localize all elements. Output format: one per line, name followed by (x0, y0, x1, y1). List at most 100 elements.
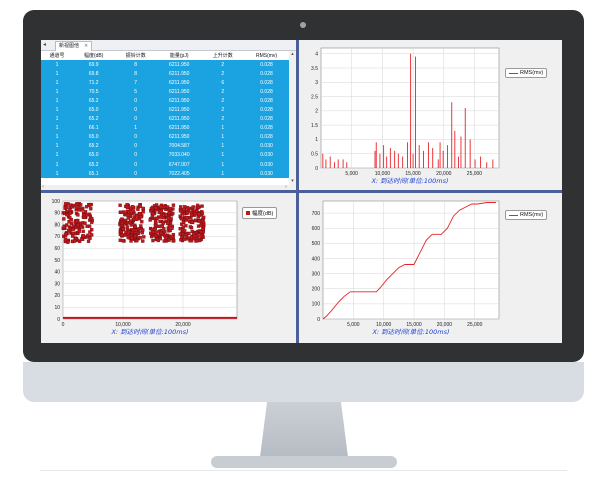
scatter-point (71, 231, 76, 235)
x-tick-label: 25,000 (467, 171, 483, 177)
table-cell: 0 (114, 114, 157, 124)
table-cell: 0 (114, 169, 157, 179)
legend-square-swatch (246, 211, 250, 215)
scatter-point (164, 213, 168, 217)
table-cell: 0 (114, 160, 157, 170)
hit-data-table: 通道号 幅度(dB) 振铃计数 能量(pJ) 上升计数 RMS(mv) 1 69.9 8 621… (41, 51, 289, 179)
table-cell: 65.0 (72, 132, 115, 142)
table-cell: 1 (114, 123, 157, 133)
table-cell: 66.1 (72, 123, 115, 133)
scatter-point (151, 211, 156, 216)
table-cell: 65.2 (72, 160, 115, 170)
scatter-point (171, 203, 176, 207)
table-row[interactable]: 1 70.5 5 6211.950 2 0.028 (41, 87, 289, 97)
scatter-point (172, 238, 176, 243)
table-row[interactable]: 1 65.2 0 6211.950 2 0.028 (41, 114, 289, 124)
table-row[interactable]: 1 66.1 1 6211.950 1 0.028 (41, 123, 289, 133)
y-tick-label: 100 (52, 199, 61, 205)
tab-label: 新视图他 (59, 43, 80, 49)
table-cell: 1 (41, 69, 73, 79)
tab-bar: ◂ 新视图他 × (41, 40, 296, 51)
scatter-point (68, 211, 72, 216)
table-cell: 0 (114, 132, 157, 142)
scatter-point (87, 203, 92, 208)
table-cell: 2 (201, 69, 245, 79)
x-tick-label: 5,000 (347, 322, 360, 328)
scatter-point (131, 228, 136, 232)
legend-line-swatch (509, 214, 518, 216)
table-cell: 0.030 (244, 150, 289, 161)
scatter-point (125, 202, 129, 207)
monitor-stand-neck (260, 402, 348, 457)
scatter-point (170, 235, 174, 239)
table-cell: 65.0 (72, 150, 115, 161)
scatter-point (136, 207, 140, 211)
scatter-point (127, 210, 131, 214)
scatter-point (159, 215, 164, 219)
rms-spike-chart[interactable]: 00.511.522.533.545,000 10,000 15,000 20,000… (299, 40, 562, 190)
table-row[interactable]: 1 69.9 8 6211.950 2 0.028 (41, 60, 289, 70)
scatter-point (133, 224, 137, 229)
table-cell: 1 (41, 87, 73, 97)
table-row[interactable]: 1 65.0 0 6211.950 2 0.028 (41, 105, 289, 115)
scatter-point (75, 219, 79, 223)
pane-divider-horizontal[interactable] (41, 190, 562, 193)
chart-legend: RMS(mv) (505, 68, 548, 78)
scatter-point (199, 223, 203, 228)
tab-new-view[interactable]: 新视图他 × (55, 41, 93, 51)
scatter-point (178, 209, 183, 213)
scatter-point (81, 229, 85, 234)
table-cell: 7 (114, 78, 157, 88)
table-cell: 0.030 (244, 141, 289, 151)
table-cell: 1 (201, 132, 245, 142)
amplitude-scatter-panel: 0 10 20 30 40 50 60 70 80 90 100 0 10,000 20,000 X: 到达… (41, 193, 296, 343)
y-tick-label: 0 (317, 317, 320, 323)
scatter-point (141, 206, 145, 211)
scatter-point (155, 216, 159, 221)
legend-label: RMS(mv) (520, 212, 544, 218)
table-row[interactable]: 1 65.1 0 7022.405 1 0.030 (41, 169, 289, 179)
table-cell: 1 (201, 123, 245, 133)
scatter-point (120, 233, 124, 237)
scatter-point (199, 234, 203, 239)
column-header[interactable]: 振铃计数 (114, 51, 157, 60)
chart-legend: 幅度(dB) (242, 207, 278, 219)
scatter-point (125, 205, 130, 210)
scatter-point (72, 203, 77, 208)
scatter-point (76, 213, 80, 217)
scatter-point (186, 205, 190, 210)
scatter-point (140, 220, 144, 224)
vertical-scrollbar[interactable]: ▴ ▾ (289, 51, 296, 185)
scatter-point (81, 234, 85, 238)
table-row[interactable]: 1 65.2 0 6747.007 1 0.030 (41, 160, 289, 170)
legend-label: 幅度(dB) (252, 211, 274, 217)
close-icon[interactable]: × (84, 43, 88, 49)
table-row[interactable]: 1 65.2 0 6211.950 2 0.028 (41, 96, 289, 106)
scatter-point (195, 209, 199, 213)
scatter-point (159, 231, 163, 235)
scatter-point (133, 234, 137, 238)
table-row[interactable]: 1 65.0 0 6211.950 1 0.028 (41, 132, 289, 142)
column-header[interactable]: 能量(pJ) (157, 51, 202, 60)
scatter-point (126, 230, 131, 234)
scatter-point (185, 211, 190, 215)
table-row[interactable]: 1 65.2 0 7004.587 1 0.030 (41, 141, 289, 151)
table-row[interactable]: 1 69.8 8 6211.950 2 0.028 (41, 69, 289, 79)
table-row[interactable]: 1 71.2 7 6211.950 6 0.028 (41, 78, 289, 88)
scatter-point (90, 216, 94, 221)
scroll-down-icon[interactable]: ▾ (289, 178, 296, 185)
y-tick-label: 40 (54, 270, 60, 276)
table-cell: 0.028 (244, 78, 289, 88)
column-header[interactable]: RMS(mv) (244, 51, 289, 60)
table-cell: 2 (201, 114, 245, 124)
column-header[interactable]: 幅度(dB) (72, 51, 115, 60)
table-cell: 0.028 (244, 123, 289, 133)
scroll-up-icon[interactable]: ▴ (289, 51, 296, 58)
table-row[interactable]: 1 65.0 0 7033.040 1 0.030 (41, 150, 289, 161)
scatter-point (79, 225, 83, 229)
y-tick-label: 500 (312, 241, 321, 247)
column-header[interactable]: 上升计数 (201, 51, 245, 60)
column-header[interactable]: 通道号 (41, 51, 73, 60)
y-tick-label: 10 (54, 305, 60, 311)
tab-scroll-left-icon[interactable]: ◂ (43, 40, 46, 50)
